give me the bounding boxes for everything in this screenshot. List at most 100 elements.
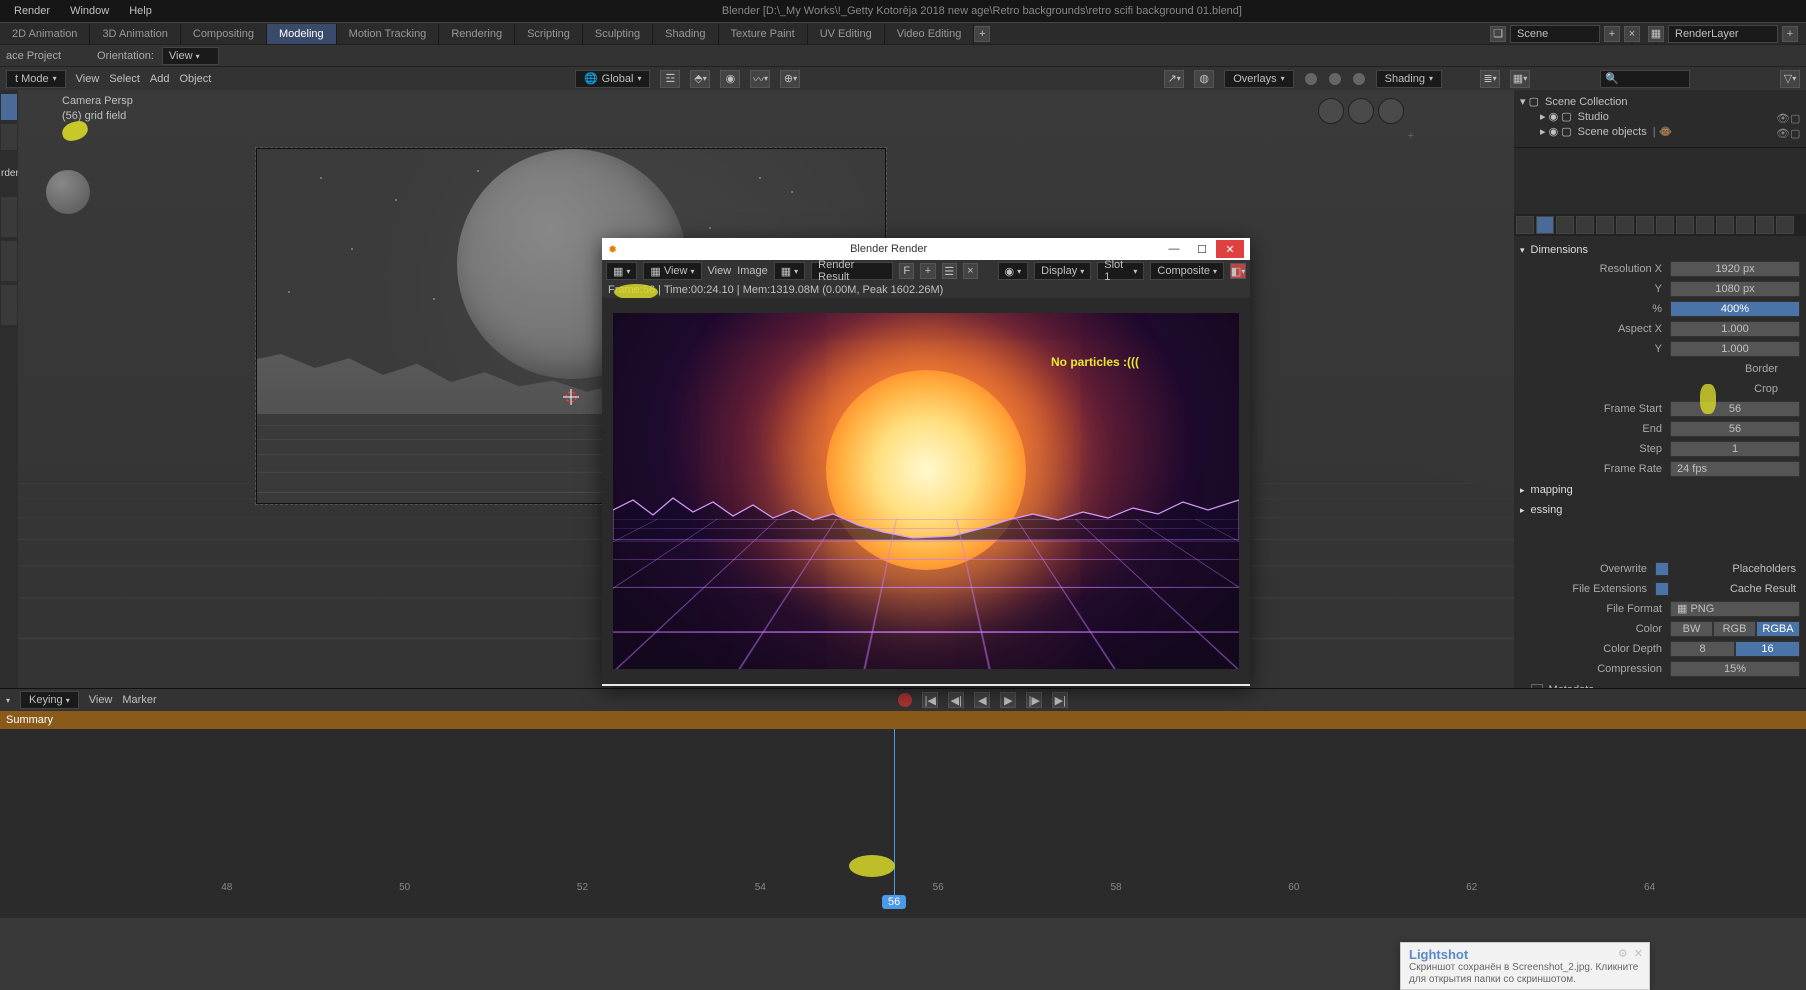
keying-dropdown[interactable]: Keying ▾ [20, 691, 79, 709]
snap-dropdown[interactable]: ⬘▾ [690, 70, 710, 88]
channels-button[interactable]: ◧▾ [1230, 263, 1246, 279]
next-keyframe-button[interactable]: |▶ [1026, 692, 1042, 708]
editor-type-dropdown[interactable]: ▦▾ [606, 262, 637, 280]
prop-tab-render[interactable] [1536, 216, 1554, 234]
tl-menu-marker[interactable]: Marker [122, 694, 156, 706]
tool-annotate[interactable] [1, 241, 17, 281]
stereo-dropdown[interactable]: ◉▾ [998, 262, 1029, 280]
dopesheet-summary[interactable]: Summary [0, 711, 1806, 729]
outliner-item-scene-objects[interactable]: ▸ ◉ ▢ Scene objects | 🐵 👁▢ [1520, 124, 1800, 139]
outliner-root[interactable]: ▾ ▢ Scene Collection [1520, 94, 1800, 109]
outliner-search-input[interactable] [1600, 70, 1690, 88]
outliner-item-studio[interactable]: ▸ ◉ ▢ Studio 👁▢ [1520, 109, 1800, 124]
ws-tab-motion-tracking[interactable]: Motion Tracking [337, 24, 440, 44]
display-dropdown[interactable]: Display ▾ [1034, 262, 1091, 280]
solid-shading-button[interactable] [1328, 72, 1342, 86]
post-processing-panel-header[interactable]: essing [1520, 500, 1800, 520]
ws-tab-uv-editing[interactable]: UV Editing [808, 24, 885, 44]
toast-close-icon[interactable]: ✕ [1634, 947, 1643, 960]
prop-tab-object[interactable] [1636, 216, 1654, 234]
restrict-icon[interactable]: ▢ [1790, 112, 1800, 122]
prop-tab-constraint[interactable] [1716, 216, 1734, 234]
proportional-edit-button[interactable]: ◉ [720, 70, 740, 88]
add-workspace-button[interactable]: + [974, 26, 990, 42]
prop-tab-output[interactable] [1556, 216, 1574, 234]
toast-settings-icon[interactable]: ⚙ [1618, 947, 1628, 960]
wireframe-shading-button[interactable] [1304, 72, 1318, 86]
tool-cursor[interactable] [1, 94, 17, 120]
depth-8-button[interactable]: 8 [1670, 641, 1735, 657]
proportional-dropdown[interactable]: 〰▾ [750, 70, 770, 88]
orientation-dropdown[interactable]: View ▾ [162, 47, 219, 65]
outliner-editor-button[interactable]: ≣▾ [1480, 70, 1500, 88]
percent-slider[interactable]: 400% [1670, 301, 1800, 317]
frame-start-field[interactable]: 56 [1670, 401, 1800, 417]
tl-menu-view[interactable]: View [89, 694, 113, 706]
lookdev-shading-button[interactable] [1352, 72, 1366, 86]
unlink-image-button[interactable]: × [963, 263, 978, 279]
viewlayer-icon[interactable]: ▦ [1648, 26, 1664, 42]
slot-dropdown[interactable]: Slot 1 ▾ [1097, 262, 1144, 280]
render-layer-input[interactable]: RenderLayer [1668, 25, 1778, 43]
layer-dropdown[interactable]: Composite ▾ [1150, 262, 1224, 280]
mode-dropdown[interactable]: t Mode ▾ [6, 70, 66, 88]
pivot-dropdown[interactable]: ⊕▾ [780, 70, 800, 88]
viewlayer-new-button[interactable]: + [1782, 26, 1798, 42]
render-titlebar[interactable]: ✹ Blender Render — ☐ ✕ [602, 238, 1250, 260]
ws-tab-rendering[interactable]: Rendering [439, 24, 515, 44]
auto-keying-button[interactable] [898, 693, 912, 707]
tool-select[interactable] [1, 124, 17, 150]
overwrite-checkbox[interactable] [1655, 562, 1669, 576]
pan-gizmo[interactable] [1348, 98, 1374, 124]
render-menu-view[interactable]: View [708, 265, 732, 277]
zoom-gizmo[interactable] [1378, 98, 1404, 124]
prop-tab-particle[interactable] [1676, 216, 1694, 234]
prev-keyframe-button[interactable]: ◀| [948, 692, 964, 708]
metadata-panel-header[interactable]: Metadata [1520, 680, 1800, 688]
transform-orientation-dropdown[interactable]: 🌐 Global ▾ [575, 70, 651, 88]
scene-new-button[interactable]: + [1604, 26, 1620, 42]
prop-tab-viewlayer[interactable] [1576, 216, 1594, 234]
color-bw-button[interactable]: BW [1670, 621, 1713, 637]
scene-name-input[interactable]: Scene [1510, 25, 1600, 43]
ws-tab-sculpting[interactable]: Sculpting [583, 24, 653, 44]
ws-tab-video-editing[interactable]: Video Editing [885, 24, 975, 44]
play-button[interactable]: ▶ [1000, 692, 1016, 708]
res-y-field[interactable]: 1080 px [1670, 281, 1800, 297]
ws-tab-2d-animation[interactable]: 2D Animation [0, 24, 90, 44]
timeline-ruler[interactable]: 48 50 52 54 56 58 60 62 64 [90, 871, 1800, 893]
prop-tab-modifier[interactable] [1656, 216, 1674, 234]
minimize-button[interactable]: — [1160, 240, 1188, 258]
time-remapping-panel-header[interactable]: mapping [1520, 480, 1800, 500]
outliner[interactable]: ▾ ▢ Scene Collection ▸ ◉ ▢ Studio 👁▢ ▸ ◉… [1514, 90, 1806, 148]
frame-end-field[interactable]: 56 [1670, 421, 1800, 437]
render-result-field[interactable]: Render Result [811, 262, 893, 280]
vp-menu-object[interactable]: Object [179, 73, 211, 85]
image-picker-dropdown[interactable]: ▦▾ [774, 262, 805, 280]
outliner-display-button[interactable]: ▦▾ [1510, 70, 1530, 88]
ws-tab-shading[interactable]: Shading [653, 24, 718, 44]
menu-render[interactable]: Render [4, 2, 60, 20]
prop-tab-data[interactable] [1736, 216, 1754, 234]
frame-step-field[interactable]: 1 [1670, 441, 1800, 457]
render-menu-image[interactable]: Image [737, 265, 768, 277]
vp-menu-select[interactable]: Select [109, 73, 140, 85]
shading-dropdown[interactable]: Shading ▾ [1376, 70, 1442, 88]
dopesheet-collapse-icon[interactable]: ▾ [6, 696, 10, 705]
ws-tab-scripting[interactable]: Scripting [515, 24, 583, 44]
snap-toggle-button[interactable]: ☲ [660, 70, 680, 88]
vp-menu-view[interactable]: View [76, 73, 100, 85]
prop-tab-material[interactable] [1756, 216, 1774, 234]
color-rgba-button[interactable]: RGBA [1756, 621, 1800, 637]
dimensions-panel-header[interactable]: Dimensions [1520, 240, 1800, 260]
frame-rate-dropdown[interactable]: 24 fps [1670, 461, 1800, 477]
prop-tab-scene[interactable] [1596, 216, 1614, 234]
orbit-gizmo[interactable] [1318, 98, 1344, 124]
tool-measure[interactable] [1, 285, 17, 325]
aspect-y-field[interactable]: 1.000 [1670, 341, 1800, 357]
jump-end-button[interactable]: ▶| [1052, 692, 1068, 708]
image-mode-dropdown[interactable]: ▦ View ▾ [643, 262, 701, 280]
eye-icon[interactable]: 👁 [1776, 112, 1786, 122]
depth-16-button[interactable]: 16 [1735, 641, 1800, 657]
vp-menu-add[interactable]: Add [150, 73, 170, 85]
